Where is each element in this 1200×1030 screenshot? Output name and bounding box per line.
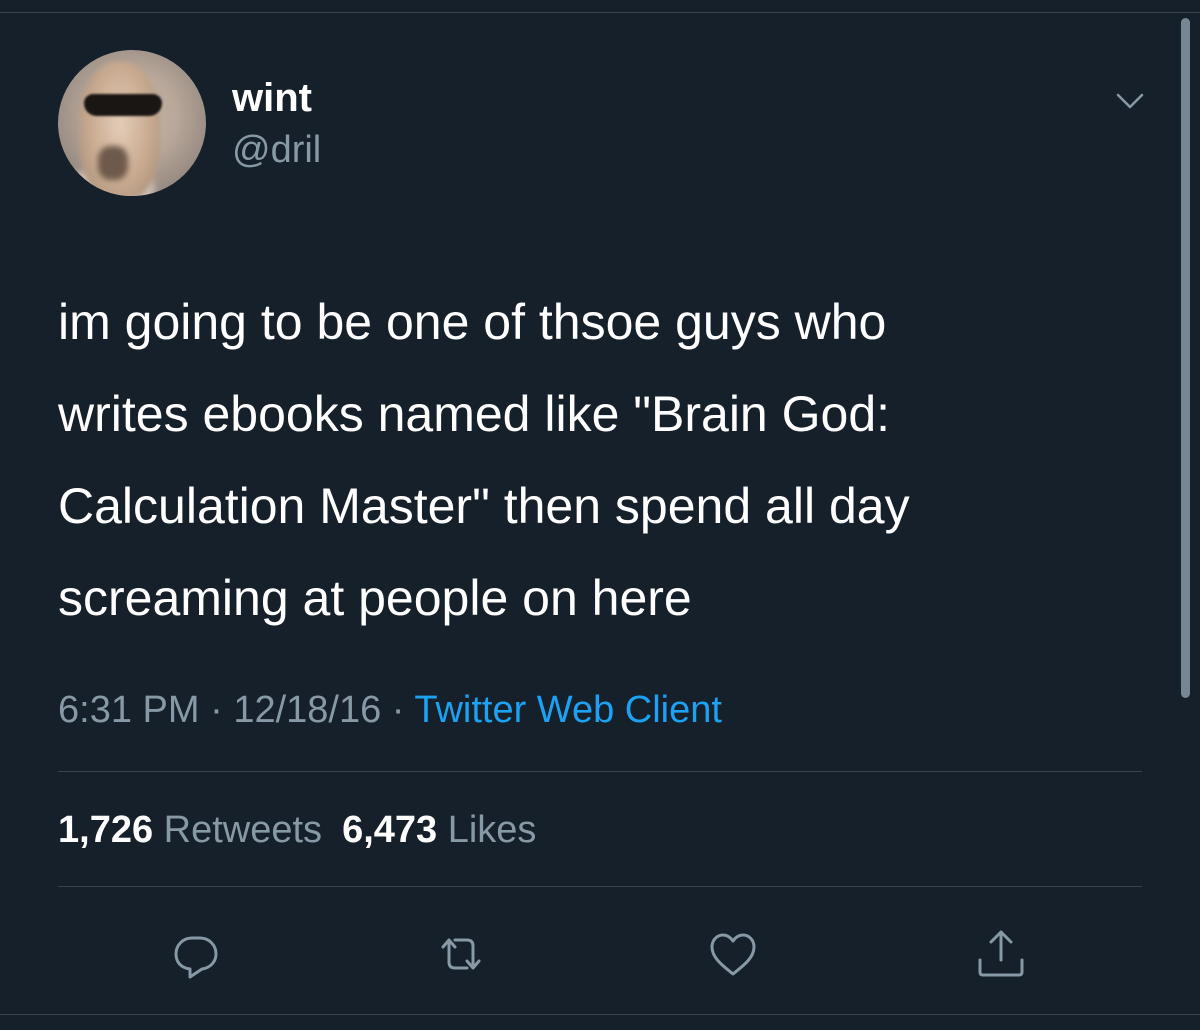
client-link[interactable]: Twitter Web Client: [414, 689, 722, 731]
like-button[interactable]: [703, 924, 763, 984]
tweet-text: im going to be one of thsoe guys who wri…: [58, 294, 910, 626]
tweet-date: 12/18/16: [233, 689, 382, 731]
reply-button[interactable]: [166, 924, 226, 984]
author-display-name[interactable]: wint: [232, 76, 312, 120]
share-icon: [978, 930, 1024, 977]
avatar[interactable]: [58, 50, 206, 196]
bottom-divider: [0, 1014, 1200, 1015]
tweet-stats: 1,726 Retweets 6,473 Likes: [58, 806, 536, 854]
tweet-time: 6:31 PM: [58, 689, 200, 731]
chevron-down-icon[interactable]: [1112, 82, 1148, 118]
author-handle[interactable]: @dril: [232, 128, 321, 172]
retweet-button[interactable]: [431, 924, 491, 984]
like-icon: [710, 933, 756, 976]
stats-top-divider: [58, 771, 1142, 772]
scrollbar[interactable]: [1181, 18, 1190, 698]
stats-bottom-divider: [58, 886, 1142, 887]
retweets-label: Retweets: [163, 809, 323, 851]
top-divider: [0, 12, 1200, 13]
tweet-meta: 6:31 PM · 12/18/16 · Twitter Web Client: [58, 686, 722, 734]
meta-separator: ·: [210, 689, 223, 731]
reply-icon: [174, 936, 218, 979]
likes-stat[interactable]: 6,473 Likes: [342, 809, 536, 851]
likes-count: 6,473: [342, 809, 438, 851]
retweets-stat[interactable]: 1,726 Retweets: [58, 809, 322, 851]
retweet-icon: [441, 938, 481, 970]
share-button[interactable]: [971, 924, 1031, 984]
retweets-count: 1,726: [58, 809, 154, 851]
likes-label: Likes: [447, 809, 537, 851]
meta-separator: ·: [391, 689, 405, 731]
